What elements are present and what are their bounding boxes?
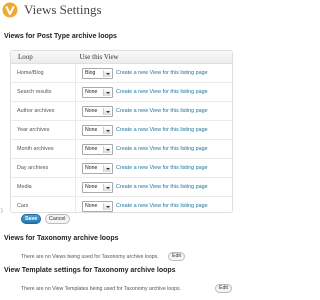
view-select[interactable]: None [82, 200, 113, 212]
post-type-section-heading: Views for Post Type archive loops [4, 33, 117, 40]
chevron-down-icon [103, 69, 111, 77]
create-view-link[interactable]: Create a new View for this listing page [116, 70, 208, 76]
create-view-link[interactable]: Create a new View for this listing page [116, 108, 208, 114]
loop-name: Media [11, 177, 76, 197]
chevron-down-icon [103, 164, 111, 172]
view-cell: None Create a new View for this listing p… [75, 177, 232, 197]
cancel-button[interactable]: Cancel [45, 214, 70, 224]
taxonomy-edit-button[interactable]: Edit [168, 252, 185, 261]
page-header: Views Settings [2, 1, 102, 19]
view-cell: Blog Create a new View for this listing p… [76, 64, 233, 83]
create-view-link[interactable]: Create a new View for this listing page [116, 165, 208, 171]
view-select-value: None [85, 89, 98, 95]
create-view-link[interactable]: Create a new View for this listing page [116, 203, 208, 209]
table-row: Day archives None Create a new View for th… [11, 158, 232, 178]
chevron-down-icon [103, 145, 111, 153]
loop-name: Home/Blog [11, 63, 76, 83]
view-select-value: None [85, 127, 98, 133]
create-view-link[interactable]: Create a new View for this listing page [116, 127, 208, 133]
view-select-value: None [85, 184, 98, 190]
template-note: There are no View Templates being used f… [21, 286, 182, 292]
column-header-loop: Loop [11, 51, 76, 64]
create-view-link[interactable]: Create a new View for this listing page [116, 184, 208, 190]
taxonomy-section-heading: Views for Taxonomy archive loops [4, 235, 119, 242]
views-logo-icon [2, 2, 18, 18]
page-title: Views Settings [24, 2, 102, 17]
table-row: Year archives None Create a new View for t… [11, 120, 232, 140]
loop-name: Day archives [11, 158, 76, 178]
loop-name: Month archives [11, 139, 76, 159]
view-select-value: None [85, 165, 98, 171]
row-marker: ) [1, 208, 3, 214]
view-select[interactable]: None [82, 181, 113, 193]
loop-name: Search results [11, 82, 76, 102]
view-cell: None Create a new View for this listing p… [75, 82, 232, 102]
view-cell: None Create a new View for this listing p… [75, 158, 232, 178]
view-cell: None Create a new View for this listing p… [75, 120, 232, 140]
table-row: Author archives None Create a new View for… [11, 101, 232, 121]
table-row: Media None Create a new View for this list… [11, 177, 232, 197]
table-row: Cars None Create a new View for this listi… [11, 196, 232, 212]
view-select-value: None [85, 146, 98, 152]
create-view-link[interactable]: Create a new View for this listing page [116, 89, 208, 95]
view-cell: None Create a new View for this listing p… [75, 196, 232, 212]
loop-name: Cars [11, 196, 76, 212]
view-select[interactable]: Blog [82, 67, 113, 79]
table-row: Home/Blog Blog Create a new View for this … [11, 63, 233, 83]
save-button[interactable]: Save [21, 214, 42, 224]
template-section-heading: View Template settings for Taxonomy arch… [4, 267, 176, 274]
view-select-value: None [85, 108, 98, 114]
view-select[interactable]: None [82, 162, 113, 174]
view-select-value: Blog [85, 70, 96, 76]
view-select[interactable]: None [82, 86, 113, 98]
view-select[interactable]: None [82, 143, 113, 155]
view-select[interactable]: None [82, 124, 113, 136]
chevron-down-icon [103, 202, 111, 210]
chevron-down-icon [103, 107, 111, 115]
chevron-down-icon [103, 126, 111, 134]
post-type-loops-table: Loop Use this View Home/Blog Blog Create a… [10, 50, 233, 213]
chevron-down-icon [103, 88, 111, 96]
table-row: Search results None Create a new View for … [11, 82, 232, 102]
view-select[interactable]: None [82, 105, 113, 117]
template-edit-button[interactable]: Edit [215, 284, 232, 293]
loop-name: Author archives [11, 101, 76, 121]
view-select-value: None [85, 203, 98, 209]
view-cell: None Create a new View for this listing p… [75, 139, 232, 159]
loop-name: Year archives [11, 120, 76, 140]
taxonomy-note: There are no Views being used for Taxono… [21, 254, 159, 260]
view-cell: None Create a new View for this listing p… [75, 101, 232, 121]
table-row: Month archives None Create a new View for … [11, 139, 232, 159]
create-view-link[interactable]: Create a new View for this listing page [116, 146, 208, 152]
table-header-row: Loop Use this View [11, 51, 232, 64]
chevron-down-icon [103, 183, 111, 191]
column-header-use-view: Use this View [75, 51, 232, 64]
